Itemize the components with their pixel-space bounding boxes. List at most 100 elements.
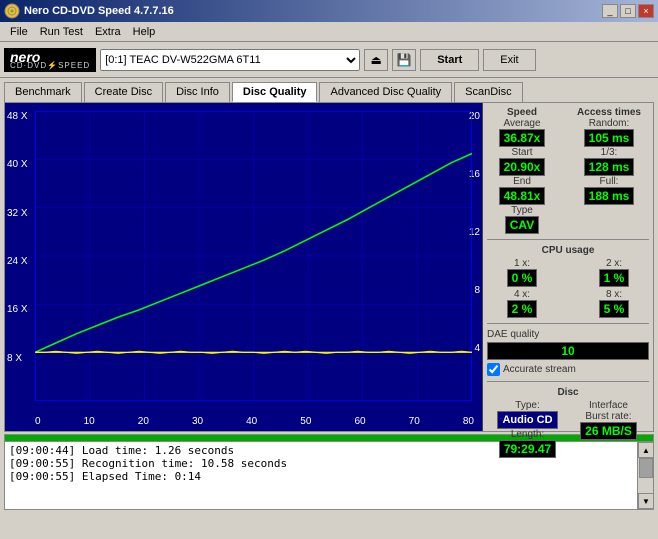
y-label-24: 24 X	[7, 256, 28, 267]
chart-svg	[35, 111, 472, 401]
tab-disc-info[interactable]: Disc Info	[165, 82, 230, 102]
tab-disc-quality[interactable]: Disc Quality	[232, 82, 318, 102]
scroll-thumb[interactable]	[639, 458, 653, 478]
log-line-3: [09:00:55] Elapsed Time: 0:14	[9, 470, 633, 483]
main-content: 48 X 40 X 32 X 24 X 16 X 8 X 20 16 12 8 …	[4, 102, 654, 432]
y-axis-labels: 48 X 40 X 32 X 24 X 16 X 8 X	[7, 111, 28, 401]
x-axis-labels: 0 10 20 30 40 50 60 70 80	[35, 416, 474, 427]
y-label-40: 40 X	[7, 159, 28, 170]
menu-file[interactable]: File	[4, 24, 34, 40]
x-label-20: 20	[138, 416, 149, 427]
exit-button[interactable]: Exit	[483, 49, 535, 71]
cpu-1x-value: 0 %	[507, 269, 538, 287]
divider-3	[487, 381, 649, 382]
cpu-8x-label: 8 x:	[606, 289, 622, 300]
menu-run-test[interactable]: Run Test	[34, 24, 89, 40]
tab-bar: Benchmark Create Disc Disc Info Disc Qua…	[0, 78, 658, 102]
log-scrollbar[interactable]: ▲ ▼	[637, 442, 653, 509]
scroll-down-button[interactable]: ▼	[638, 493, 654, 509]
log-area: [09:00:44] Load time: 1.26 seconds [09:0…	[4, 442, 654, 510]
chart-area: 48 X 40 X 32 X 24 X 16 X 8 X 20 16 12 8 …	[5, 103, 483, 431]
title-controls[interactable]: _ □ ×	[602, 4, 654, 18]
cpu-2x-col: 2 x: 1 %	[579, 258, 649, 287]
menu-help[interactable]: Help	[127, 24, 162, 40]
tab-scan-disc[interactable]: ScanDisc	[454, 82, 522, 102]
tab-benchmark[interactable]: Benchmark	[4, 82, 82, 102]
scroll-track	[638, 458, 653, 493]
x-label-80: 80	[463, 416, 474, 427]
cpu-section: CPU usage 1 x: 0 % 2 x: 1 % 4 x: 2 % 8 x…	[487, 245, 649, 318]
disc-type-label: Type:	[515, 400, 539, 411]
x-label-60: 60	[354, 416, 365, 427]
start-label: Start	[511, 147, 532, 158]
full-value: 188 ms	[584, 187, 635, 205]
toolbar: nero CD·DVD⚡SPEED [0:1] TEAC DV-W522GMA …	[0, 42, 658, 78]
y-label-32: 32 X	[7, 208, 28, 219]
one-third-label: 1/3:	[601, 147, 618, 158]
eject-button[interactable]: ⏏	[364, 49, 388, 71]
title-bar-left: Nero CD-DVD Speed 4.7.7.16	[4, 3, 174, 19]
avg-label: Average	[503, 118, 540, 129]
menu-bar: File Run Test Extra Help	[0, 22, 658, 42]
x-label-40: 40	[246, 416, 257, 427]
cpu-2x-value: 1 %	[599, 269, 630, 287]
x-label-30: 30	[192, 416, 203, 427]
cpu-1x-col: 1 x: 0 %	[487, 258, 557, 287]
access-times-header: Access times	[577, 107, 641, 118]
nero-logo: nero CD·DVD⚡SPEED	[4, 48, 96, 72]
drive-selector[interactable]: [0:1] TEAC DV-W522GMA 6T11	[100, 49, 360, 71]
close-button[interactable]: ×	[638, 4, 654, 18]
divider-2	[487, 323, 649, 324]
disc-header: Disc	[487, 387, 649, 398]
accurate-stream-row: Accurate stream	[487, 363, 649, 376]
title-bar: Nero CD-DVD Speed 4.7.7.16 _ □ ×	[0, 0, 658, 22]
disc-length-label: Length:	[511, 429, 544, 440]
save-button[interactable]: 💾	[392, 49, 416, 71]
burst-rate-label: Burst rate:	[585, 411, 631, 422]
dae-value: 10	[487, 342, 649, 360]
cpu-8x-col: 8 x: 5 %	[579, 289, 649, 318]
cpu-row-2: 4 x: 2 % 8 x: 5 %	[487, 289, 649, 318]
end-value: 48.81x	[499, 187, 546, 205]
y-label-16: 16 X	[7, 304, 28, 315]
x-label-0: 0	[35, 416, 41, 427]
scroll-up-button[interactable]: ▲	[638, 442, 654, 458]
cpu-2x-label: 2 x:	[606, 258, 622, 269]
maximize-button[interactable]: □	[620, 4, 636, 18]
cpu-4x-col: 4 x: 2 %	[487, 289, 557, 318]
window-title: Nero CD-DVD Speed 4.7.7.16	[24, 5, 174, 17]
one-third-value: 128 ms	[584, 158, 635, 176]
type-value: CAV	[505, 216, 539, 234]
cpu-4x-label: 4 x:	[514, 289, 530, 300]
avg-value: 36.87x	[499, 129, 546, 147]
log-content: [09:00:44] Load time: 1.26 seconds [09:0…	[5, 442, 637, 509]
tab-advanced-disc-quality[interactable]: Advanced Disc Quality	[319, 82, 452, 102]
dae-label: DAE quality	[487, 329, 649, 340]
y-label-48: 48 X	[7, 111, 28, 122]
cpu-header: CPU usage	[487, 245, 649, 256]
right-panel: Speed Average 36.87x Start 20.90x End 48…	[483, 103, 653, 431]
x-label-50: 50	[300, 416, 311, 427]
dae-section: DAE quality 10	[487, 329, 649, 360]
minimize-button[interactable]: _	[602, 4, 618, 18]
divider-1	[487, 239, 649, 240]
random-value: 105 ms	[584, 129, 635, 147]
access-times-section: Access times Random: 105 ms 1/3: 128 ms …	[569, 107, 649, 205]
log-line-1: [09:00:44] Load time: 1.26 seconds	[9, 444, 633, 457]
type-label: Type	[511, 205, 533, 216]
nero-sub: CD·DVD⚡SPEED	[10, 62, 90, 70]
x-label-10: 10	[84, 416, 95, 427]
speed-header: Speed	[507, 107, 537, 118]
accurate-stream-checkbox[interactable]	[487, 363, 500, 376]
random-label: Random:	[589, 118, 630, 129]
interface-label: Interface	[589, 400, 628, 411]
cpu-4x-value: 2 %	[507, 300, 538, 318]
cpu-row-1: 1 x: 0 % 2 x: 1 %	[487, 258, 649, 287]
start-button[interactable]: Start	[420, 49, 479, 71]
menu-extra[interactable]: Extra	[89, 24, 127, 40]
full-label: Full:	[600, 176, 619, 187]
log-line-2: [09:00:55] Recognition time: 10.58 secon…	[9, 457, 633, 470]
tab-create-disc[interactable]: Create Disc	[84, 82, 163, 102]
y-label-8: 8 X	[7, 353, 28, 364]
speed-section: Speed Average 36.87x Start 20.90x End 48…	[487, 107, 557, 234]
